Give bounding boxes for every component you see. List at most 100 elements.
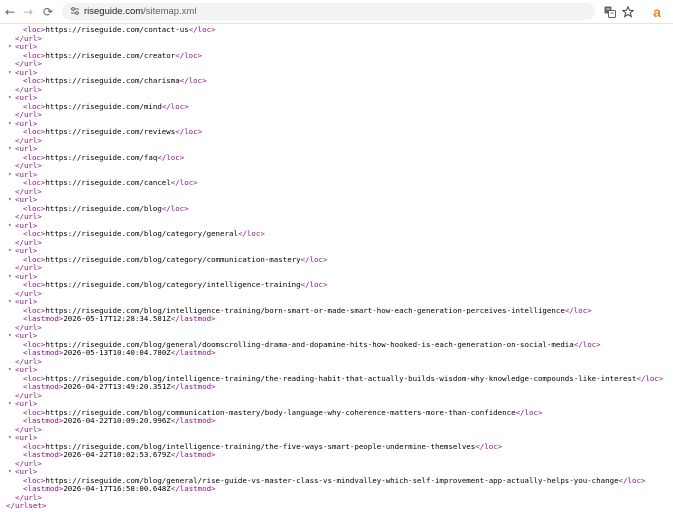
xml-lastmod-line: <lastmod>2026-05-13T10:40:04.780Z</lastm… bbox=[0, 348, 673, 358]
url-text[interactable]: riseguide.com/sitemap.xml bbox=[84, 3, 196, 20]
loc-close-tag: </loc> bbox=[157, 152, 185, 162]
extension-icon[interactable]: a bbox=[649, 3, 665, 20]
lastmod-value: 2026-04-22T10:02:53.679Z bbox=[63, 450, 171, 459]
xml-url-close-line: </url> bbox=[0, 323, 673, 333]
collapse-arrow-icon[interactable]: ▾ bbox=[8, 222, 12, 231]
loc-close-tag: </loc> bbox=[175, 127, 203, 136]
loc-close-tag: </loc> bbox=[188, 25, 216, 34]
xml-url-close-line: </url> bbox=[0, 34, 673, 44]
xml-url-close-line: </url> bbox=[0, 425, 673, 435]
loc-close-tag: </loc> bbox=[179, 76, 207, 85]
xml-url-close-line: </url> bbox=[0, 289, 673, 299]
loc-close-tag: </loc> bbox=[515, 407, 543, 417]
collapse-arrow-icon[interactable]: ▾ bbox=[8, 298, 12, 307]
collapse-arrow-icon[interactable]: ▾ bbox=[8, 332, 12, 341]
xml-loc-line: <loc>https://riseguide.com/blog/category… bbox=[0, 229, 673, 239]
loc-close-tag: </loc> bbox=[300, 280, 328, 289]
loc-value: https://riseguide.com/mind bbox=[45, 101, 162, 111]
xml-loc-line: <loc>https://riseguide.com/reviews</loc> bbox=[0, 127, 673, 137]
collapse-arrow-icon[interactable]: ▾ bbox=[8, 400, 12, 409]
loc-value: https://riseguide.com/charisma bbox=[45, 76, 180, 85]
reload-icon[interactable]: ⟳ bbox=[38, 0, 58, 23]
loc-value: https://riseguide.com/cancel bbox=[45, 178, 171, 187]
loc-value: https://riseguide.com/blog/category/inte… bbox=[45, 280, 301, 289]
xml-lastmod-line: <lastmod>2026-04-22T10:09:20.996Z</lastm… bbox=[0, 416, 673, 426]
lastmod-value: 2026-04-27T13:49:20.351Z bbox=[63, 382, 171, 391]
collapse-arrow-icon[interactable]: ▾ bbox=[8, 145, 12, 154]
xml-tree: <loc>https://riseguide.com/contact-us</l… bbox=[0, 25, 673, 511]
xml-url-close-line: </url> bbox=[0, 391, 673, 401]
xml-lastmod-line: <lastmod>2026-04-17T16:58:00.648Z</lastm… bbox=[0, 484, 673, 494]
xml-url-close-line: </url> bbox=[0, 85, 673, 95]
loc-close-tag: </loc> bbox=[237, 229, 265, 238]
lastmod-close-tag: </lastmod> bbox=[170, 450, 216, 459]
xml-loc-line: <loc>https://riseguide.com/blog/category… bbox=[0, 280, 673, 290]
urlset-close-tag: </urlset> bbox=[6, 501, 47, 510]
lastmod-value: 2026-05-13T10:40:04.780Z bbox=[63, 348, 171, 357]
xml-url-close-line: </url> bbox=[0, 161, 673, 171]
loc-close-tag: </loc> bbox=[573, 339, 601, 349]
xml-loc-line: <loc>https://riseguide.com/blog/category… bbox=[0, 254, 673, 265]
xml-lastmod-line: <lastmod>2026-04-22T10:02:53.679Z</lastm… bbox=[0, 450, 673, 460]
loc-close-tag: </loc> bbox=[564, 305, 592, 315]
collapse-arrow-icon[interactable]: ▾ bbox=[8, 43, 12, 52]
site-settings-icon[interactable] bbox=[69, 5, 81, 17]
forward-arrow-icon[interactable]: → bbox=[18, 0, 38, 23]
loc-close-tag: </loc> bbox=[300, 254, 328, 264]
xml-lastmod-line: <lastmod>2026-05-17T12:28:34.581Z</lastm… bbox=[0, 314, 673, 324]
xml-url-close-line: </url> bbox=[0, 212, 673, 222]
loc-close-tag: </loc> bbox=[636, 373, 664, 383]
loc-close-tag: </loc> bbox=[175, 50, 203, 60]
xml-url-close-line: </url> bbox=[0, 238, 673, 248]
xml-url-close-line: </url> bbox=[0, 357, 673, 367]
xml-url-close-line: </url> bbox=[0, 136, 673, 146]
lastmod-value: 2026-04-22T10:09:20.996Z bbox=[63, 416, 171, 425]
translate-icon[interactable] bbox=[602, 3, 618, 20]
lastmod-close-tag: </lastmod> bbox=[170, 416, 216, 425]
bookmark-star-icon[interactable] bbox=[620, 3, 636, 20]
url-path: /sitemap.xml bbox=[143, 6, 197, 17]
collapse-arrow-icon[interactable]: ▾ bbox=[8, 468, 12, 477]
back-arrow-icon[interactable]: ← bbox=[0, 0, 20, 23]
collapse-arrow-icon[interactable]: ▾ bbox=[8, 273, 12, 282]
xml-urlset-close-line: </urlset> bbox=[0, 501, 673, 511]
loc-close-tag: </loc> bbox=[475, 441, 503, 451]
browser-toolbar: ← → ⟳ riseguide.com/sitemap.xml a bbox=[0, 0, 673, 24]
lastmod-close-tag: </lastmod> bbox=[170, 484, 216, 493]
lastmod-value: 2026-05-17T12:28:34.581Z bbox=[63, 314, 171, 323]
lastmod-close-tag: </lastmod> bbox=[170, 348, 216, 357]
address-bar[interactable]: riseguide.com/sitemap.xml bbox=[62, 3, 595, 20]
collapse-arrow-icon[interactable]: ▾ bbox=[8, 120, 12, 129]
xml-url-close-line: </url> bbox=[0, 59, 673, 69]
xml-loc-line: <loc>https://riseguide.com/cancel</loc> bbox=[0, 178, 673, 188]
xml-loc-line: <loc>https://riseguide.com/contact-us</l… bbox=[0, 25, 673, 35]
collapse-arrow-icon[interactable]: ▾ bbox=[8, 94, 12, 103]
xml-loc-line: <loc>https://riseguide.com/faq</loc> bbox=[0, 152, 673, 163]
loc-value: https://riseguide.com/blog bbox=[45, 203, 162, 213]
xml-url-close-line: </url> bbox=[0, 110, 673, 120]
collapse-arrow-icon[interactable]: ▾ bbox=[8, 247, 12, 256]
xml-url-close-line: </url> bbox=[0, 187, 673, 197]
xml-lastmod-line: <lastmod>2026-04-27T13:49:20.351Z</lastm… bbox=[0, 382, 673, 392]
loc-value: https://riseguide.com/blog/category/comm… bbox=[45, 254, 301, 264]
xml-url-close-line: </url> bbox=[0, 493, 673, 503]
loc-value: https://riseguide.com/reviews bbox=[45, 127, 176, 136]
lastmod-close-tag: </lastmod> bbox=[170, 314, 216, 323]
lastmod-close-tag: </lastmod> bbox=[170, 382, 216, 391]
xml-loc-line: <loc>https://riseguide.com/charisma</loc… bbox=[0, 76, 673, 86]
loc-close-tag: </loc> bbox=[161, 101, 189, 111]
collapse-arrow-icon[interactable]: ▾ bbox=[8, 366, 12, 375]
loc-close-tag: </loc> bbox=[161, 203, 189, 213]
loc-value: https://riseguide.com/contact-us bbox=[45, 25, 189, 34]
collapse-arrow-icon[interactable]: ▾ bbox=[8, 171, 12, 180]
loc-value: https://riseguide.com/blog/category/gene… bbox=[45, 229, 238, 238]
collapse-arrow-icon[interactable]: ▾ bbox=[8, 434, 12, 443]
loc-close-tag: </loc> bbox=[618, 475, 646, 485]
collapse-arrow-icon[interactable]: ▾ bbox=[8, 196, 12, 205]
loc-value: https://riseguide.com/faq bbox=[45, 152, 158, 162]
url-host: riseguide.com bbox=[84, 6, 144, 17]
collapse-arrow-icon[interactable]: ▾ bbox=[8, 69, 12, 78]
xml-url-close-line: </url> bbox=[0, 263, 673, 273]
loc-close-tag: </loc> bbox=[170, 178, 198, 187]
xml-loc-line: <loc>https://riseguide.com/mind</loc> bbox=[0, 101, 673, 112]
